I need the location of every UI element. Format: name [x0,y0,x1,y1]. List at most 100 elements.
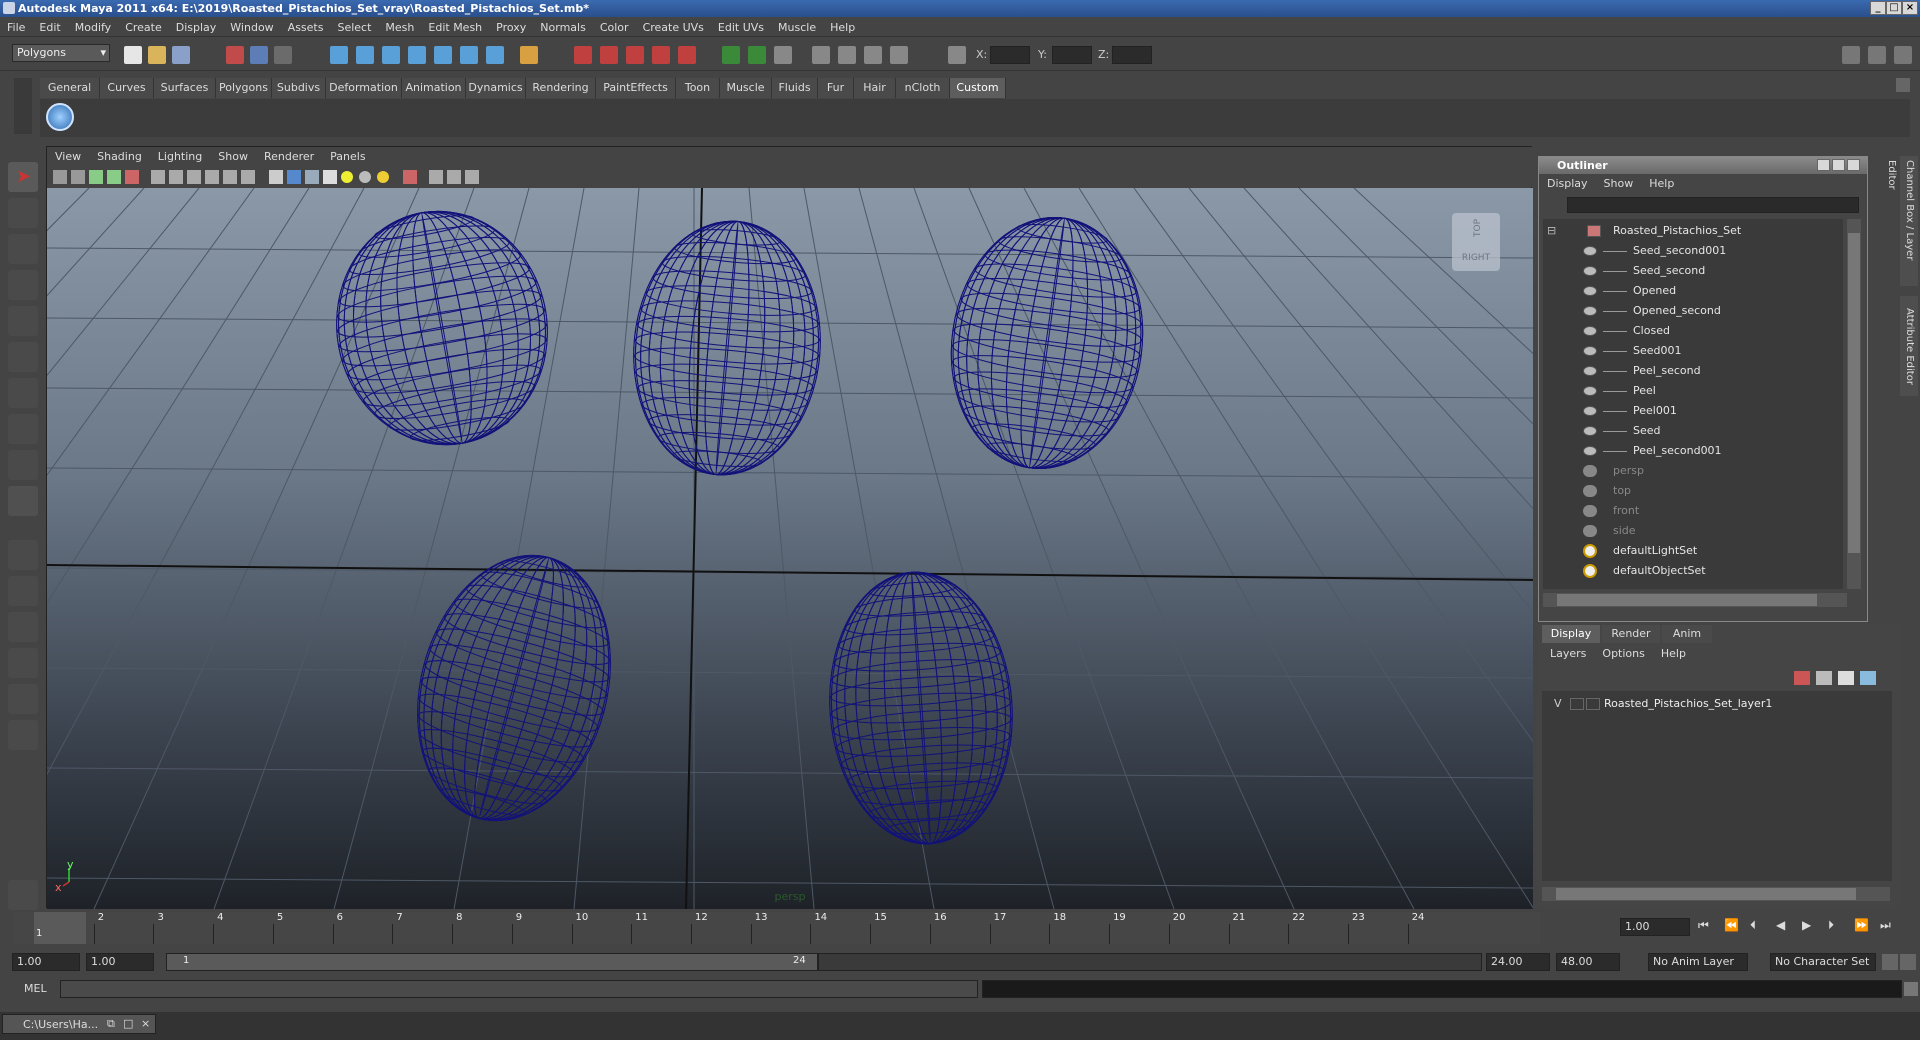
layer-hscrollbar[interactable] [1542,887,1890,901]
camera-attributes-icon[interactable] [71,170,85,184]
open-scene-icon[interactable] [148,46,166,64]
universal-manip-icon[interactable] [8,378,38,408]
select-component-icon[interactable] [274,46,292,64]
play-backwards-icon[interactable]: ◀ [1776,918,1785,932]
use-default-lights-icon[interactable] [341,171,353,183]
select-arrow-icon[interactable]: ➤ [8,162,38,192]
outliner-menu-help[interactable]: Help [1641,175,1682,193]
menu-window[interactable]: Window [223,18,280,37]
outliner-item-peel_second001[interactable]: Peel_second001 [1543,441,1843,461]
collapse-icon[interactable]: ⊟ [1547,221,1556,241]
menu-color[interactable]: Color [593,18,636,37]
auto-key-icon[interactable] [1882,954,1898,970]
layer-menu-options[interactable]: Options [1594,645,1652,663]
wireframe-icon[interactable] [269,170,283,184]
outliner-scrollbar[interactable] [1847,219,1861,589]
graph-persp-layout-icon[interactable] [8,648,38,678]
maximize-button[interactable]: □ [1886,1,1902,15]
close-button[interactable]: × [1902,1,1918,15]
snap-live-icon[interactable] [434,46,452,64]
shelf-tab-fluids[interactable]: Fluids [772,78,818,98]
time-slider[interactable]: 123456789101112131415161718192021222324 … [14,912,1540,944]
outliner-item-camera-top[interactable]: top [1543,481,1843,501]
shelf-tab-surfaces[interactable]: Surfaces [154,78,216,98]
outliner-maximize-button[interactable] [1832,159,1845,171]
shelf-menu-icon[interactable] [1896,78,1910,92]
field-chart-icon[interactable] [205,170,219,184]
render-settings-icon[interactable] [774,46,792,64]
outliner-item-camera-persp[interactable]: persp [1543,461,1843,481]
shelf-tab-dynamics[interactable]: Dynamics [466,78,526,98]
scene-end-field[interactable]: 48.00 [1556,953,1620,971]
last-tool-icon[interactable] [8,486,38,516]
grid-toggle-icon[interactable] [125,170,139,184]
shelf-tab-painteffects[interactable]: PaintEffects [596,78,676,98]
magnet-surface-icon[interactable] [678,46,696,64]
outliner-item-camera-front[interactable]: front [1543,501,1843,521]
outliner-close-button[interactable] [1847,159,1860,171]
render-icon[interactable] [722,46,740,64]
layer-menu-help[interactable]: Help [1653,645,1694,663]
transform-input-icon[interactable] [948,46,966,64]
menu-proxy[interactable]: Proxy [489,18,533,37]
shelf-handle[interactable] [14,78,32,134]
menu-create[interactable]: Create [118,18,169,37]
outliner-item-opened_second[interactable]: Opened_second [1543,301,1843,321]
outliner-item-closed[interactable]: Closed [1543,321,1843,341]
menu-help[interactable]: Help [823,18,862,37]
image-plane-icon[interactable] [107,170,121,184]
taskbar-item[interactable]: C:\Users\Ha... ⧉ □ × [2,1014,156,1034]
playback-end-field[interactable]: 24.00 [1486,953,1550,971]
layer-tab-anim[interactable]: Anim [1662,625,1712,643]
viewport-menu-panels[interactable]: Panels [322,147,373,167]
outliner-item-peel[interactable]: Peel [1543,381,1843,401]
hypershade-icon[interactable] [812,46,830,64]
outliner-minimize-button[interactable] [1817,159,1830,171]
outliner-hscrollbar[interactable] [1543,593,1847,607]
mel-input[interactable] [60,980,978,998]
outliner-item-peel001[interactable]: Peel001 [1543,401,1843,421]
lock-icon[interactable] [520,46,538,64]
safe-action-icon[interactable] [223,170,237,184]
menu-muscle[interactable]: Muscle [771,18,823,37]
step-back-frame-icon[interactable]: ⏴ [1750,918,1756,933]
graph-editor-icon[interactable] [838,46,856,64]
outliner-item-root[interactable]: ⊟ Roasted_Pistachios_Set [1543,221,1843,241]
snap-grid-icon[interactable] [330,46,348,64]
menu-file[interactable]: File [0,18,32,37]
character-set-dropdown[interactable]: No Character Set [1770,953,1876,971]
hypershade-persp-layout-icon[interactable] [8,684,38,714]
bookmark-icon[interactable] [89,170,103,184]
3d-scene[interactable]: TOP RIGHT persp y x [0,187,1920,910]
outliner-menu-display[interactable]: Display [1539,175,1596,193]
snap-point-icon[interactable] [382,46,400,64]
menu-modify[interactable]: Modify [68,18,118,37]
ipr-render-icon[interactable] [748,46,766,64]
shelf-tab-deformation[interactable]: Deformation [326,78,402,98]
use-all-lights-icon[interactable] [359,171,371,183]
menu-edit-mesh[interactable]: Edit Mesh [421,18,489,37]
camera-select-icon[interactable] [53,170,67,184]
help-icon[interactable] [486,46,504,64]
menu-create-uvs[interactable]: Create UVs [636,18,711,37]
shelf-tab-fur[interactable]: Fur [818,78,854,98]
range-slider-track[interactable] [818,953,1482,971]
move-down-layer-icon[interactable] [1860,671,1876,685]
checkmark-icon[interactable] [46,103,74,131]
xray-joints-icon[interactable] [447,170,461,184]
textured-icon[interactable] [323,170,337,184]
playback-start-field[interactable]: 1.00 [86,953,154,971]
shelf-tab-toon[interactable]: Toon [676,78,720,98]
pistachio-mesh[interactable] [935,205,1158,481]
four-pane-layout-icon[interactable] [8,576,38,606]
film-gate-icon[interactable] [151,170,165,184]
outliner-search-input[interactable] [1567,197,1859,213]
show-manip-icon[interactable] [8,450,38,480]
play-forwards-icon[interactable]: ▶ [1802,918,1811,932]
pistachio-mesh[interactable] [389,534,639,843]
move-up-layer-icon[interactable] [1838,671,1854,685]
shelf-tab-general[interactable]: General [40,78,100,98]
magnet-icon[interactable] [574,46,592,64]
layer-name[interactable]: Roasted_Pistachios_Set_layer1 [1604,697,1772,710]
layer-menu-layers[interactable]: Layers [1542,645,1594,663]
